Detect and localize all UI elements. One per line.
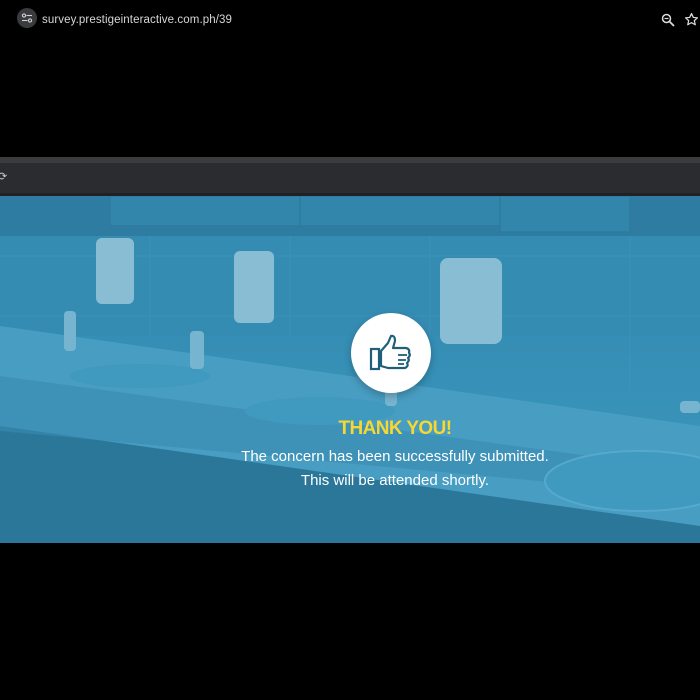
reload-icon[interactable]: ⟳	[0, 172, 7, 183]
site-info-icon[interactable]	[17, 8, 37, 28]
thank-you-heading: THANK YOU!	[338, 418, 453, 439]
address-bar-url[interactable]: survey.prestigeinteractive.com.ph/39	[42, 14, 232, 26]
zoom-icon[interactable]	[661, 13, 675, 27]
follow-up-message: This will be attended shortly.	[300, 472, 490, 489]
confirmation-message: The concern has been successfully submit…	[241, 448, 549, 465]
page-viewport	[0, 196, 700, 543]
thumbs-up-badge	[351, 313, 431, 393]
restroom-background-image	[0, 196, 700, 543]
bookmark-star-icon[interactable]	[684, 12, 699, 27]
thumbs-up-icon	[369, 334, 411, 371]
browser-toolbar: ⟳	[0, 163, 700, 193]
